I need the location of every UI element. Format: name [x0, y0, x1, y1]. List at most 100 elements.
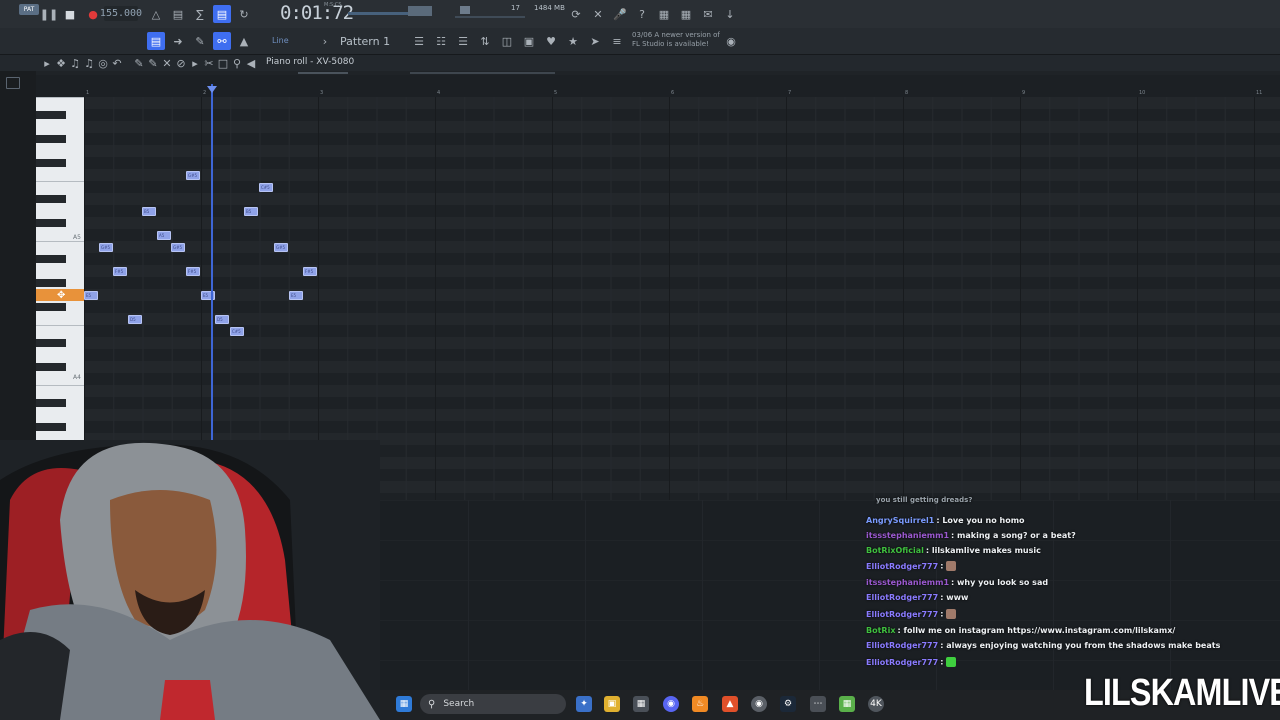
master-pitch-handle[interactable] — [460, 6, 470, 14]
obs-icon[interactable]: ◉ — [751, 696, 767, 712]
black-key[interactable] — [36, 339, 66, 347]
app-icon[interactable]: ⋯ — [810, 696, 826, 712]
fader-icon[interactable]: ⇅ — [476, 32, 494, 50]
scroll-indicator[interactable] — [298, 72, 348, 74]
chat-username[interactable]: BotRix — [866, 626, 895, 635]
chat-username[interactable]: ElliotRodger777 — [866, 562, 938, 571]
countdown-icon[interactable]: ∑ — [191, 5, 209, 23]
black-key[interactable] — [36, 363, 66, 371]
pattern-selector[interactable]: Pattern 1 — [340, 33, 402, 49]
browser-icon[interactable]: ◫ — [498, 32, 516, 50]
stop-button[interactable]: ■ — [61, 5, 79, 23]
black-key[interactable] — [36, 423, 66, 431]
steam-icon[interactable]: ⚙ — [780, 696, 796, 712]
playhead[interactable] — [211, 84, 213, 500]
playlist-icon[interactable]: ☰ — [410, 32, 428, 50]
midi-note[interactable]: G#5 — [274, 243, 288, 252]
link-icon[interactable]: ⚯ — [213, 32, 231, 50]
cut-icon[interactable]: ✕ — [589, 5, 607, 23]
playhead-marker[interactable] — [207, 86, 217, 93]
black-key[interactable] — [36, 255, 66, 263]
plugin-icon[interactable]: ♥ — [542, 32, 560, 50]
tempo-display[interactable]: 155.000 — [100, 6, 142, 21]
folder-icon[interactable] — [6, 77, 20, 89]
mixer-icon[interactable]: ☰ — [454, 32, 472, 50]
step-edit-icon[interactable]: ▤ — [213, 5, 231, 23]
black-key[interactable] — [36, 111, 66, 119]
stamp-icon[interactable]: ▲ — [235, 32, 253, 50]
save-icon[interactable]: ▦ — [655, 5, 673, 23]
horizontal-scrollbar[interactable] — [410, 72, 555, 74]
midi-note[interactable]: G#5 — [171, 243, 185, 252]
help-icon[interactable]: ? — [633, 5, 651, 23]
render-icon[interactable]: ▦ — [677, 5, 695, 23]
chat-icon[interactable]: ✉ — [699, 5, 717, 23]
midi-note[interactable]: D5 — [128, 315, 142, 324]
taskbar-search[interactable]: ⚲ Search — [420, 694, 566, 714]
file-explorer-icon[interactable]: ▣ — [604, 696, 620, 712]
fl-studio-icon[interactable]: ♨ — [692, 696, 708, 712]
chat-username[interactable]: ElliotRodger777 — [866, 593, 938, 602]
channel-rack-icon[interactable]: ☷ — [432, 32, 450, 50]
midi-note[interactable]: F#5 — [113, 267, 127, 276]
midi-note[interactable]: B5 — [142, 207, 156, 216]
play-button[interactable]: ❚❚ — [40, 5, 58, 23]
fl-cloud-icon[interactable]: ◉ — [722, 32, 740, 50]
midi-note[interactable]: C#5 — [230, 327, 244, 336]
chat-username[interactable]: ElliotRodger777 — [866, 641, 938, 650]
copilot-icon[interactable]: ✦ — [576, 696, 592, 712]
master-volume-handle[interactable] — [408, 6, 432, 16]
timeline-ruler[interactable]: 1 2 3 4 5 6 7 8 9 10 11 — [36, 75, 1280, 98]
black-key[interactable] — [36, 399, 66, 407]
midi-note[interactable]: A5 — [157, 231, 171, 240]
metronome-icon[interactable]: △ — [147, 5, 165, 23]
black-key[interactable] — [36, 159, 66, 167]
update-notice[interactable]: 03/06 A newer version of FL Studio is av… — [632, 31, 720, 49]
pattern-song-toggle[interactable]: PAT — [19, 4, 39, 15]
chat-username[interactable]: itssstephaniemm1 — [866, 578, 949, 587]
chat-username[interactable]: AngrySquirrel1 — [866, 516, 934, 525]
4k-downloader-icon[interactable]: 4K — [868, 696, 884, 712]
refresh-icon[interactable]: ⟳ — [567, 5, 585, 23]
playback-tool-icon[interactable]: ◀ — [242, 54, 260, 72]
midi-note[interactable]: E5 — [84, 291, 98, 300]
arrow-icon[interactable]: ➜ — [169, 32, 187, 50]
microphone-icon[interactable]: 🎤 — [611, 5, 629, 23]
chevron-right-icon[interactable]: › — [316, 32, 334, 50]
send-icon[interactable]: ➤ — [586, 32, 604, 50]
undo-icon[interactable]: ↶ — [108, 54, 126, 72]
cpu-readout: 17 — [511, 4, 520, 12]
minecraft-icon[interactable]: ▦ — [839, 696, 855, 712]
midi-note[interactable]: B5 — [244, 207, 258, 216]
piano-roll-icon[interactable]: ▤ — [147, 32, 165, 50]
snap-select[interactable]: Line — [272, 36, 289, 45]
file-icon[interactable]: ▣ — [520, 32, 538, 50]
black-key[interactable] — [36, 279, 66, 287]
midi-note[interactable]: F#5 — [303, 267, 317, 276]
chat-username[interactable]: ElliotRodger777 — [866, 610, 938, 619]
windows-start-icon[interactable]: ▦ — [396, 696, 412, 712]
midi-note[interactable]: E5 — [289, 291, 303, 300]
black-key[interactable] — [36, 195, 66, 203]
brave-icon[interactable]: ▲ — [722, 696, 738, 712]
midi-note[interactable]: D5 — [215, 315, 229, 324]
black-key[interactable] — [36, 135, 66, 143]
chat-message: BotRix: follw me on instagram https://ww… — [866, 626, 1175, 635]
loop-record-icon[interactable]: ↻ — [235, 5, 253, 23]
store-icon[interactable]: ▦ — [633, 696, 649, 712]
midi-note[interactable]: F#5 — [186, 267, 200, 276]
black-key[interactable] — [36, 219, 66, 227]
midi-note[interactable]: G#5 — [99, 243, 113, 252]
black-key[interactable] — [36, 303, 66, 311]
discord-icon[interactable]: ◉ — [663, 696, 679, 712]
pencil-icon[interactable]: ✎ — [191, 32, 209, 50]
wait-icon[interactable]: ▤ — [169, 5, 187, 23]
download-icon[interactable]: ↓ — [721, 5, 739, 23]
chat-username[interactable]: itssstephaniemm1 — [866, 531, 949, 540]
list-icon[interactable]: ≡ — [608, 32, 626, 50]
midi-note[interactable]: C#5 — [259, 183, 273, 192]
chat-username[interactable]: ElliotRodger777 — [866, 658, 938, 667]
tuner-icon[interactable]: ★ — [564, 32, 582, 50]
chat-username[interactable]: BotRixOficial — [866, 546, 924, 555]
midi-note[interactable]: G#5 — [186, 171, 200, 180]
